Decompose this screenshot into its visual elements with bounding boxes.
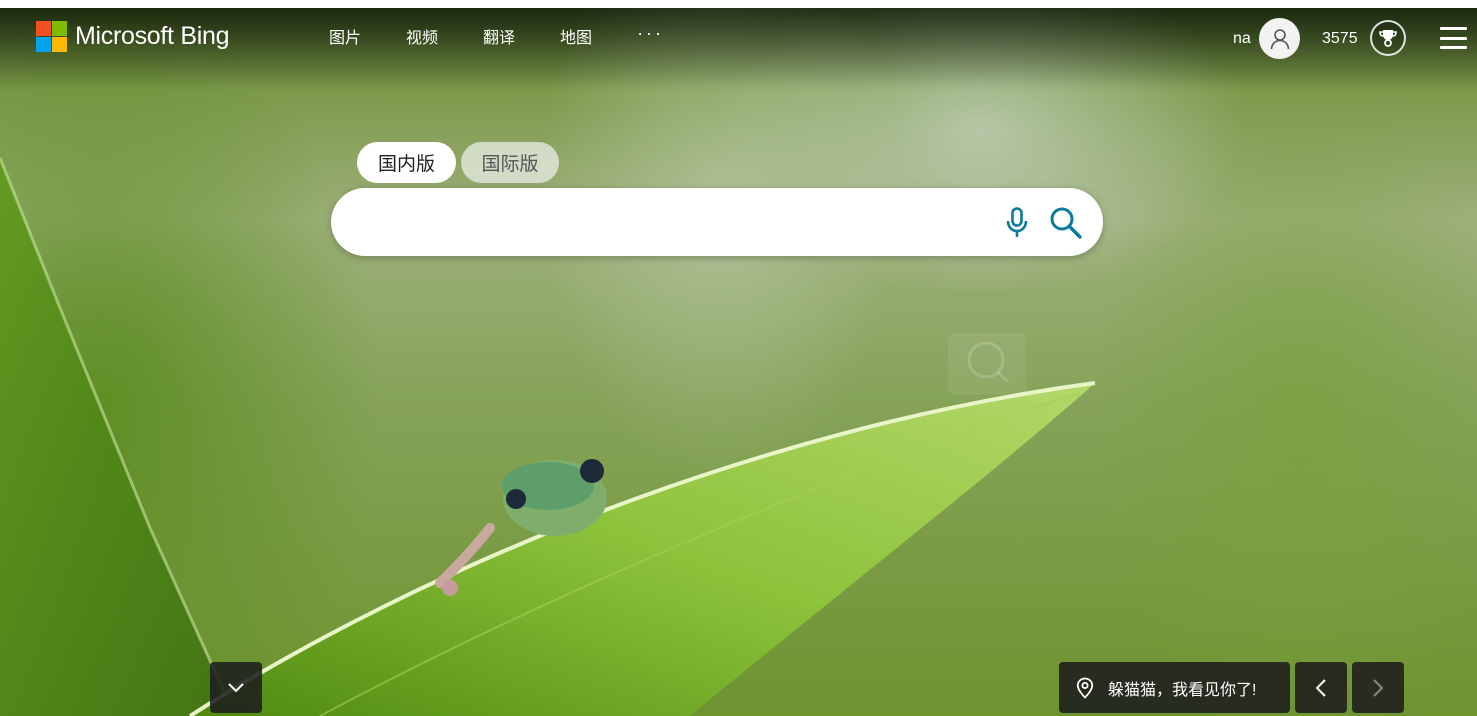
bing-logo[interactable]: Microsoft Bing xyxy=(36,21,229,52)
microsoft-logo-icon xyxy=(36,21,67,52)
next-image-button[interactable] xyxy=(1352,662,1404,713)
user-name[interactable]: na xyxy=(1233,29,1251,49)
search-button[interactable] xyxy=(1048,205,1084,241)
chevron-down-icon xyxy=(228,682,244,692)
voice-search-button[interactable] xyxy=(1003,206,1031,240)
window-top-edge xyxy=(0,0,1477,8)
microphone-icon xyxy=(1006,207,1028,237)
trophy-icon xyxy=(1379,30,1397,47)
search-box xyxy=(331,188,1103,256)
rewards-points[interactable]: 3575 xyxy=(1322,29,1358,49)
background-leaf-gecko-illustration xyxy=(0,157,1096,716)
person-icon xyxy=(1270,28,1289,49)
scroll-down-button[interactable] xyxy=(210,662,262,713)
user-avatar[interactable] xyxy=(1259,18,1300,59)
bing-homepage: Microsoft Bing 图片 视频 翻译 地图 ··· na 3575 国… xyxy=(0,0,1477,716)
search-input[interactable] xyxy=(359,202,1003,244)
tab-international-edition[interactable]: 国际版 xyxy=(461,142,559,183)
chevron-right-icon xyxy=(1373,678,1384,697)
visual-search-hotspot[interactable] xyxy=(948,333,1026,395)
previous-image-button[interactable] xyxy=(1295,662,1347,713)
top-nav: 图片 视频 翻译 地图 ··· xyxy=(329,23,709,50)
image-caption[interactable]: 躲猫猫，我看见你了! xyxy=(1059,662,1290,713)
location-pin-icon xyxy=(1076,677,1094,699)
nav-more-button[interactable]: ··· xyxy=(637,22,664,44)
nav-item-images[interactable]: 图片 xyxy=(329,28,361,50)
nav-item-maps[interactable]: 地图 xyxy=(560,28,592,50)
caption-text: 躲猫猫，我看见你了! xyxy=(1108,681,1257,699)
nav-item-videos[interactable]: 视频 xyxy=(406,28,438,50)
hamburger-menu-icon[interactable] xyxy=(1440,27,1467,49)
search-icon xyxy=(1050,207,1082,239)
nav-item-translate[interactable]: 翻译 xyxy=(483,28,515,50)
visual-search-icon xyxy=(967,341,1010,384)
logo-text: Microsoft Bing xyxy=(75,22,230,50)
chevron-left-icon xyxy=(1315,678,1326,697)
rewards-button[interactable] xyxy=(1370,20,1406,56)
tab-china-edition[interactable]: 国内版 xyxy=(357,142,456,183)
